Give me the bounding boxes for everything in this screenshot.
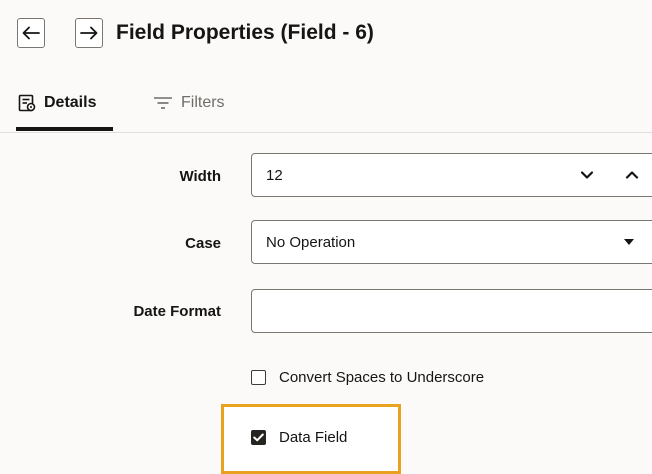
convert-spaces-checkbox[interactable]: Convert Spaces to Underscore — [251, 369, 484, 386]
tab-details-label: Details — [44, 94, 97, 111]
date-format-input[interactable] — [251, 289, 652, 333]
divider — [0, 132, 652, 133]
checkbox-unchecked-icon — [251, 370, 266, 385]
back-button[interactable] — [17, 18, 45, 48]
tab-bar: Details Filters — [0, 88, 652, 132]
checkbox-checked-icon — [251, 430, 266, 445]
convert-spaces-label: Convert Spaces to Underscore — [279, 369, 485, 386]
decrement-button[interactable] — [572, 154, 602, 196]
case-label: Case — [185, 235, 221, 252]
case-select[interactable]: No Operation — [251, 220, 652, 264]
forward-button[interactable] — [75, 18, 103, 48]
case-dropdown-button[interactable] — [614, 221, 644, 263]
data-field-checkbox[interactable]: Data Field — [251, 429, 347, 446]
data-field-label: Data Field — [279, 429, 348, 446]
page-title: Field Properties (Field - 6) — [116, 21, 374, 44]
tab-selected-indicator — [16, 127, 113, 131]
chevron-up-icon — [625, 171, 639, 179]
chevron-down-icon — [580, 171, 594, 179]
case-value: No Operation — [266, 233, 356, 251]
width-value: 12 — [266, 166, 283, 184]
date-format-label: Date Format — [133, 303, 221, 320]
filter-icon — [154, 97, 172, 109]
arrow-left-icon — [22, 26, 40, 40]
tab-filters-label: Filters — [181, 94, 225, 111]
tab-details[interactable]: Details — [18, 88, 96, 118]
caret-down-icon — [624, 239, 634, 245]
tab-filters[interactable]: Filters — [153, 88, 225, 118]
arrow-right-icon — [80, 26, 98, 40]
increment-button[interactable] — [617, 154, 647, 196]
width-number-input[interactable]: 12 — [251, 153, 652, 197]
details-icon — [18, 94, 36, 112]
width-label: Width — [179, 168, 221, 185]
